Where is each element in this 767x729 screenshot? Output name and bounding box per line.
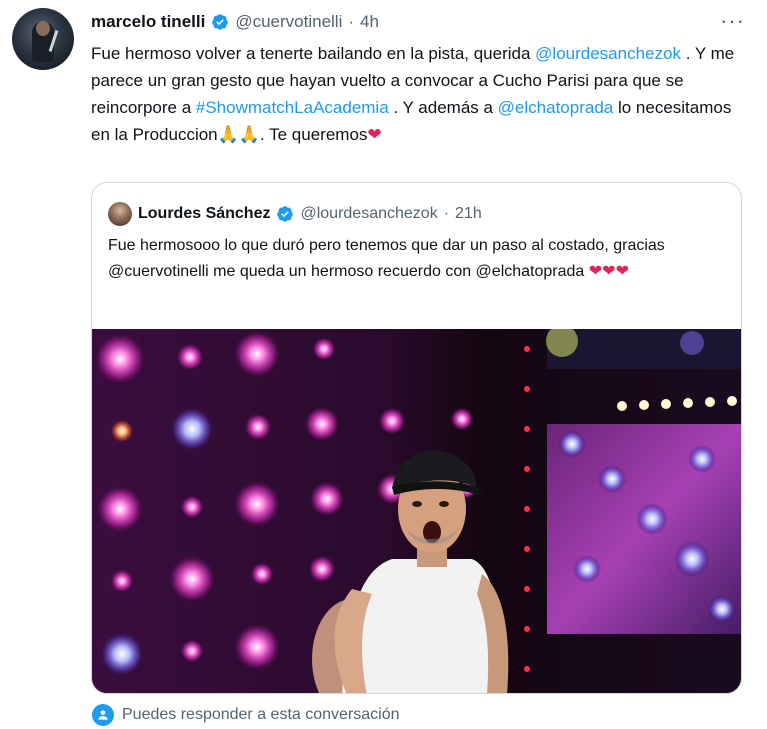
author-name[interactable]: marcelo tinelli [91, 12, 205, 32]
heart-emoji: ❤ [367, 125, 382, 144]
quoted-tweet[interactable]: Lourdes Sánchez @lourdesanchezok · 21h F… [91, 182, 742, 694]
verified-badge-icon [277, 206, 294, 222]
praying-hands-emoji: 🙏🙏 [217, 125, 260, 144]
quoted-author-handle: @lourdesanchezok [300, 205, 438, 222]
tweet-text-part: . Te queremos [259, 125, 368, 144]
person-at-icon [92, 704, 114, 726]
tweet-time[interactable]: 4h [360, 12, 379, 32]
mention-link[interactable]: @elchatoprada [498, 98, 614, 117]
more-options-icon[interactable]: ··· [720, 8, 745, 34]
hearts-emoji: ❤❤❤ [588, 263, 629, 280]
reply-restriction-notice: Puedes responder a esta conversación [92, 704, 400, 726]
quoted-author-name: Lourdes Sánchez [138, 205, 271, 222]
mention-link[interactable]: @lourdesanchezok [535, 44, 681, 63]
quoted-tweet-text: Fue hermosooo lo que duró pero tenemos q… [108, 233, 728, 285]
quoted-author-avatar [108, 202, 132, 226]
separator-dot: · [443, 205, 450, 222]
author-avatar[interactable] [12, 8, 74, 70]
author-handle[interactable]: @cuervotinelli [235, 12, 342, 32]
quoted-tweet-time: 21h [455, 205, 482, 222]
stage-photo-illustration [92, 329, 741, 693]
tweet-text: Fue hermoso volver a tenerte bailando en… [91, 40, 751, 148]
tweet-card: marcelo tinelli @cuervotinelli · 4h ··· … [0, 0, 767, 729]
quoted-tweet-header: Lourdes Sánchez @lourdesanchezok · 21h [108, 202, 482, 226]
reply-notice-text: Puedes responder a esta conversación [122, 706, 400, 723]
avatar-face [36, 21, 50, 36]
tweet-header: marcelo tinelli @cuervotinelli · 4h [91, 12, 379, 32]
hashtag-link[interactable]: #ShowmatchLaAcademia [196, 98, 389, 117]
separator-dot: · [348, 12, 355, 31]
tweet-text-part: Fue hermoso volver a tenerte bailando en… [91, 44, 536, 63]
quoted-text-body: Fue hermosooo lo que duró pero tenemos q… [108, 237, 665, 280]
verified-badge-icon [212, 14, 229, 30]
quoted-tweet-photo[interactable] [92, 329, 741, 693]
tweet-text-part: . Y además a [388, 98, 498, 117]
